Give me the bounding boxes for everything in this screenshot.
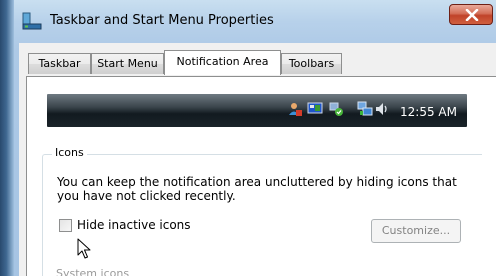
background-window-edge [0,0,14,276]
customize-button[interactable]: Customize... [371,219,461,243]
taskbar-clock: 12:55 AM [400,105,457,119]
icons-group-label: Icons [52,146,87,159]
tab-taskbar[interactable]: Taskbar [28,53,91,74]
taskbar-properties-icon [22,12,42,30]
hide-inactive-icons-label[interactable]: Hide inactive icons [77,218,191,232]
tab-start-menu[interactable]: Start Menu [91,53,164,74]
close-icon [465,9,479,21]
icons-group [42,154,482,276]
hide-inactive-icons-checkbox[interactable] [59,219,72,232]
tab-notification-area[interactable]: Notification Area [164,50,281,75]
display-icon [307,102,323,114]
close-button[interactable] [449,4,493,25]
system-icons-group-label: System icons [56,267,130,276]
network-check-icon [329,102,343,116]
network-user-icon [289,103,302,116]
tab-toolbars[interactable]: Toolbars [281,53,342,74]
network-computers-icon [357,101,373,116]
mouse-pointer-icon [77,238,91,259]
speaker-icon [376,103,387,115]
icons-description: You can keep the notification area unclu… [57,175,457,203]
window-title: Taskbar and Start Menu Properties [50,13,274,28]
properties-window: Taskbar and Start Menu Properties Taskba… [0,0,496,276]
